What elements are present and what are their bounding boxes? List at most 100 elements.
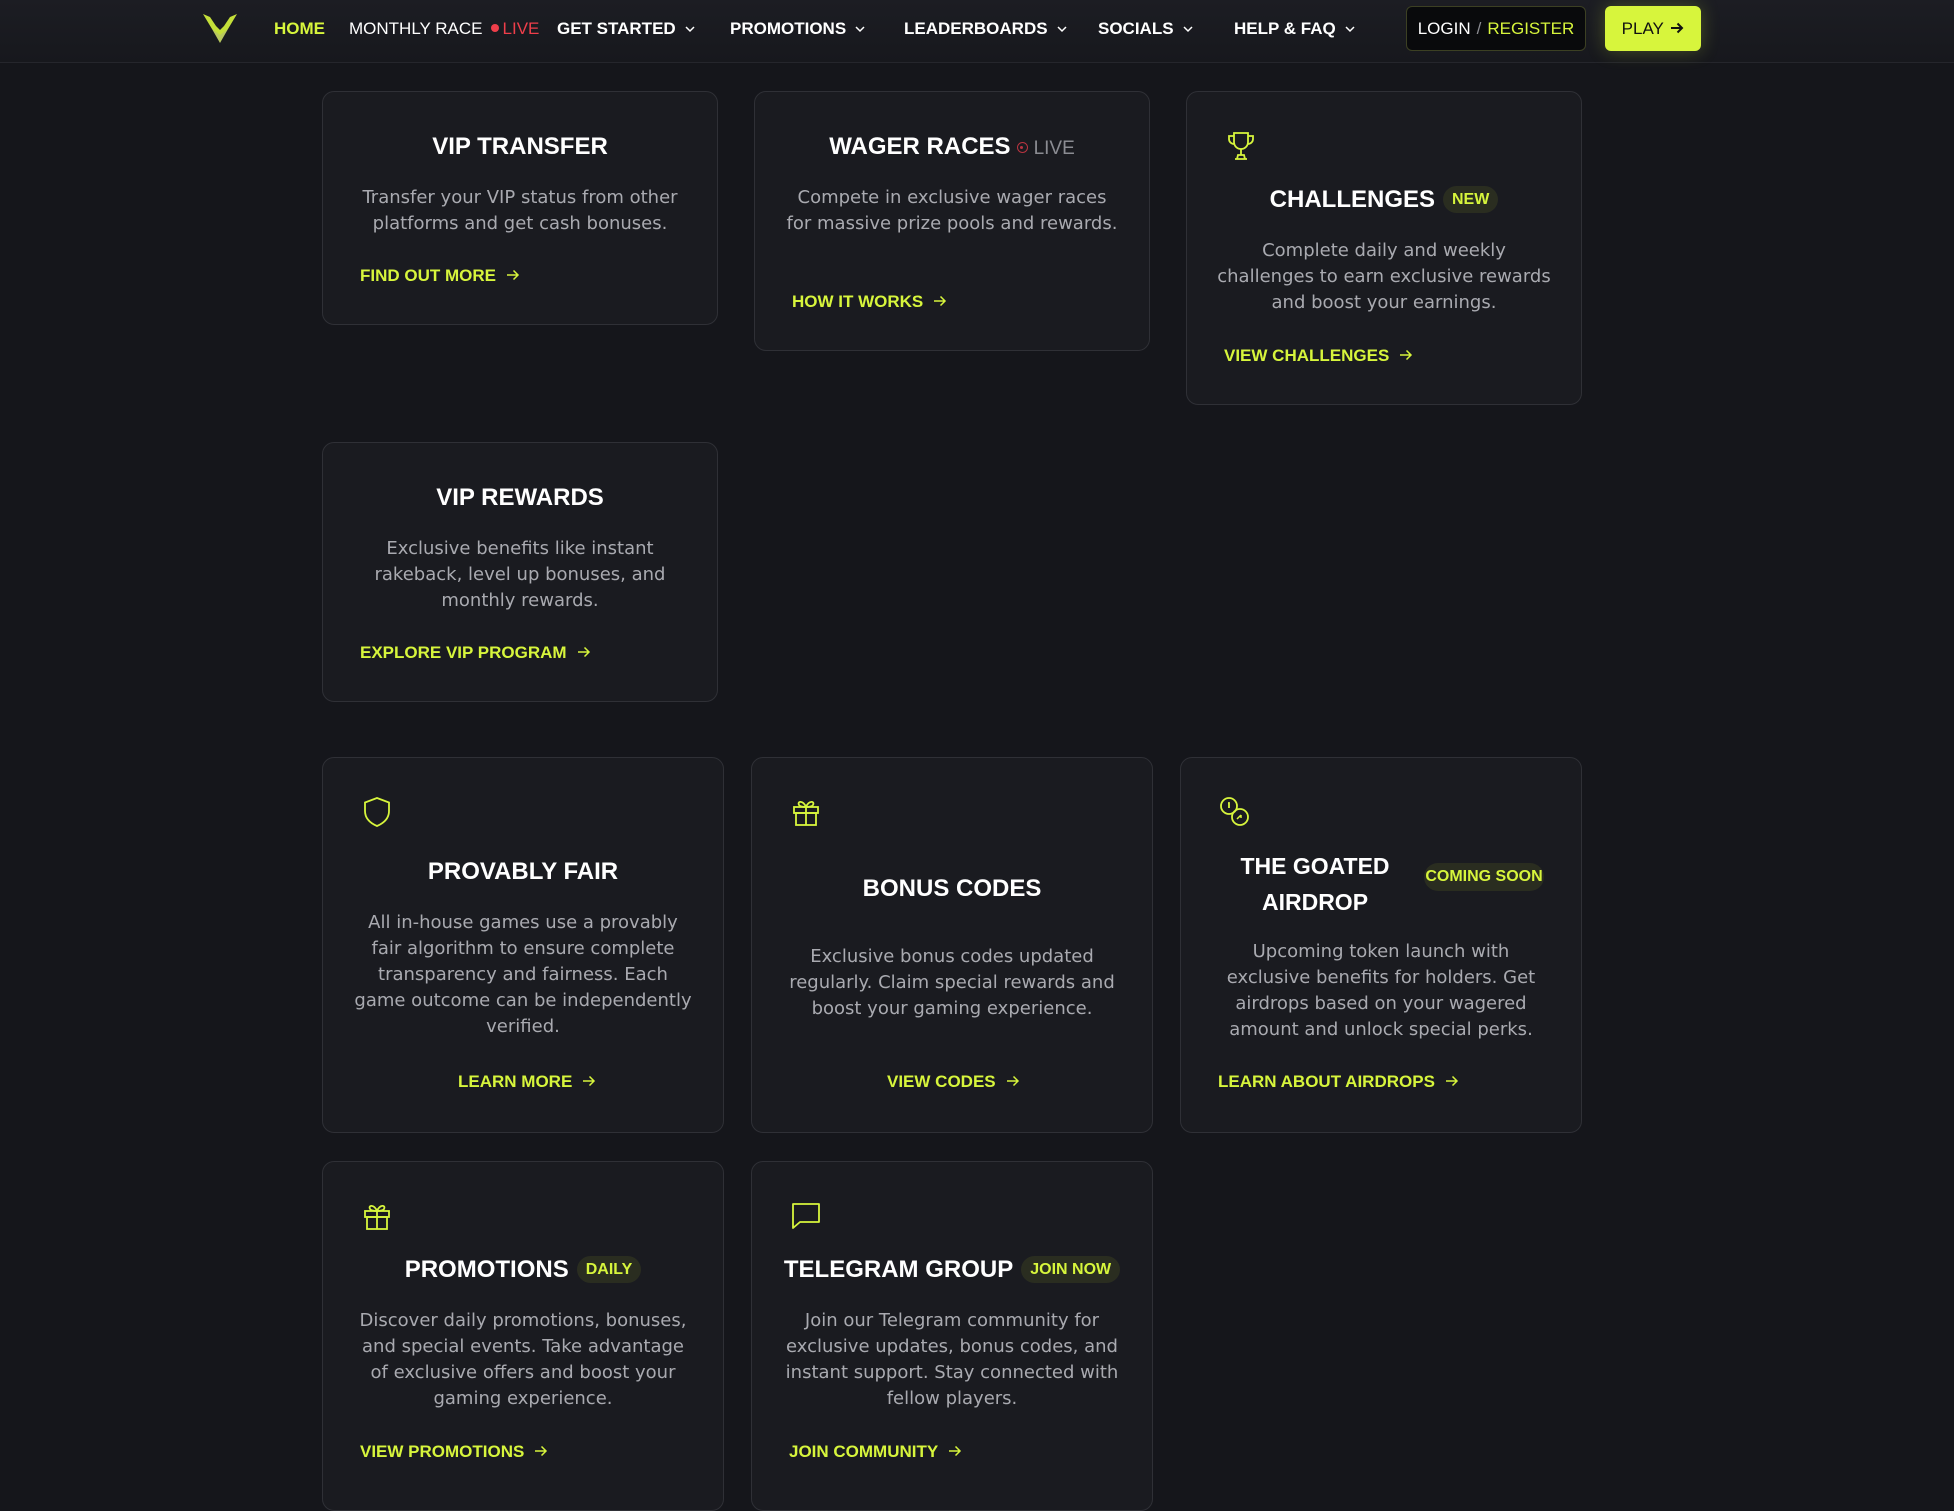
trophy-icon <box>1228 132 1254 160</box>
chevron-down-icon <box>1183 26 1193 33</box>
card-title: WAGER RACES <box>829 133 1011 160</box>
nav-socials-label: SOCIALS <box>1098 19 1174 38</box>
card-title: PROVABLY FAIR <box>427 858 619 885</box>
join-now-badge: JOIN NOW <box>1021 1256 1121 1283</box>
nav-get-started[interactable]: GET STARTED <box>557 0 696 58</box>
view-codes-link[interactable]: VIEW CODES <box>887 1070 1020 1094</box>
arrow-right-icon <box>1006 1075 1019 1087</box>
card-title: THE GOATED AIRDROP <box>1240 853 1390 915</box>
gift-icon <box>364 1204 390 1230</box>
nav-leaderboards[interactable]: LEADERBOARDS <box>904 0 1068 58</box>
nav-socials[interactable]: SOCIALS <box>1098 0 1194 58</box>
login-register-button[interactable]: LOGIN / REGISTER <box>1406 6 1586 51</box>
arrow-right-icon <box>535 1445 548 1457</box>
card-title: BONUS CODES <box>862 875 1042 902</box>
card-description: Complete daily and weekly challenges to … <box>1217 240 1551 313</box>
link-label: LEARN MORE <box>458 1072 573 1091</box>
chevron-down-icon <box>1057 26 1067 33</box>
nav-help-faq[interactable]: HELP & FAQ <box>1234 0 1356 58</box>
card-description: Exclusive bonus codes updated regularly.… <box>789 946 1115 1019</box>
link-label: FIND OUT MORE <box>360 266 496 285</box>
how-it-works-link[interactable]: HOW IT WORKS <box>792 290 947 314</box>
airdrop-card: THE GOATED AIRDROP COMING SOON Upcoming … <box>1180 757 1582 1133</box>
arrow-right-icon <box>1671 22 1684 34</box>
link-label: LEARN ABOUT AIRDROPS <box>1218 1072 1435 1091</box>
nav-monthly-race[interactable]: MONTHLY RACE LIVE <box>349 0 539 58</box>
card-title: PROMOTIONS <box>404 1256 569 1283</box>
card-title-row: WAGER RACES LIVE <box>755 132 1149 164</box>
card-description: Exclusive benefits like instant rakeback… <box>374 538 666 611</box>
arrow-right-icon <box>934 295 947 307</box>
vip-rewards-card: VIP REWARDS Exclusive benefits like inst… <box>322 442 718 702</box>
daily-badge: DAILY <box>576 1256 642 1283</box>
coins-icon <box>1220 797 1249 826</box>
live-badge: LIVE <box>502 19 540 38</box>
live-ring-icon <box>1016 142 1028 153</box>
play-label: PLAY <box>1621 19 1664 38</box>
new-badge: NEW <box>1443 186 1499 213</box>
telegram-card: TELEGRAM GROUP JOIN NOW Join our Telegram… <box>751 1161 1153 1511</box>
shield-icon <box>364 797 390 827</box>
nav-help-faq-label: HELP & FAQ <box>1234 19 1336 38</box>
login-label: LOGIN <box>1417 19 1471 38</box>
goat-logo-icon[interactable] <box>200 11 240 45</box>
arrow-right-icon <box>577 646 590 658</box>
chevron-down-icon <box>855 26 865 33</box>
learn-about-airdrops-link[interactable]: LEARN ABOUT AIRDROPS <box>1218 1070 1459 1094</box>
explore-vip-program-link[interactable]: EXPLORE VIP PROGRAM <box>360 641 591 665</box>
bonus-codes-card: BONUS CODES Exclusive bonus codes update… <box>751 757 1153 1133</box>
card-title: TELEGRAM GROUP <box>783 1256 1014 1283</box>
nav-promotions[interactable]: PROMOTIONS <box>730 0 866 58</box>
card-title: VIP TRANSFER <box>432 133 608 160</box>
chevron-down-icon <box>685 26 695 33</box>
promotions-card: PROMOTIONS DAILY Discover daily promotion… <box>322 1161 724 1511</box>
card-description: Upcoming token launch with exclusive ben… <box>1226 941 1536 1040</box>
challenges-card: CHALLENGES NEW Complete daily and weekly … <box>1186 91 1582 405</box>
register-label: REGISTER <box>1487 19 1575 38</box>
view-promotions-link[interactable]: VIEW PROMOTIONS <box>360 1440 548 1464</box>
nav-leaderboards-label: LEADERBOARDS <box>904 19 1048 38</box>
card-description: Join our Telegram community for exclusiv… <box>785 1310 1119 1409</box>
play-button[interactable]: PLAY <box>1605 6 1701 51</box>
link-label: EXPLORE VIP PROGRAM <box>360 643 567 662</box>
learn-more-link[interactable]: LEARN MORE <box>458 1070 596 1094</box>
arrow-right-icon <box>583 1075 596 1087</box>
chevron-down-icon <box>1345 26 1355 33</box>
arrow-right-icon <box>949 1445 962 1457</box>
link-label: JOIN COMMUNITY <box>789 1442 939 1461</box>
live-indicator: LIVE <box>1016 138 1075 159</box>
provably-fair-card: PROVABLY FAIR All in-house games use a p… <box>322 757 724 1133</box>
card-description: Transfer your VIP status from other plat… <box>362 187 678 234</box>
vip-transfer-card: VIP TRANSFER Transfer your VIP status fr… <box>322 91 718 325</box>
link-label: VIEW PROMOTIONS <box>360 1442 525 1461</box>
wager-races-card: WAGER RACES LIVE Compete in exclusive wag… <box>754 91 1150 351</box>
card-title: VIP REWARDS <box>436 484 604 511</box>
login-separator: / <box>1476 19 1482 38</box>
top-navbar: HOME MONTHLY RACE LIVE GET STARTED PROMOT… <box>0 0 1954 63</box>
live-label: LIVE <box>1033 138 1075 159</box>
join-community-link[interactable]: JOIN COMMUNITY <box>789 1440 962 1464</box>
coming-soon-badge: COMING SOON <box>1424 863 1544 891</box>
live-dot-icon <box>490 24 499 32</box>
view-challenges-link[interactable]: VIEW CHALLENGES <box>1224 344 1413 368</box>
nav-monthly-race-label: MONTHLY RACE <box>349 19 483 38</box>
card-title: CHALLENGES <box>1269 186 1435 213</box>
nav-promotions-label: PROMOTIONS <box>730 19 847 38</box>
link-label: HOW IT WORKS <box>792 292 924 311</box>
gift-icon <box>793 800 819 826</box>
card-description: Discover daily promotions, bonuses, and … <box>359 1310 687 1409</box>
find-out-more-link[interactable]: FIND OUT MORE <box>360 264 520 288</box>
nav-get-started-label: GET STARTED <box>557 19 676 38</box>
card-title-row: PROMOTIONS DAILY <box>323 1255 723 1285</box>
link-label: VIEW CODES <box>887 1072 996 1091</box>
arrow-right-icon <box>507 269 520 281</box>
nav-home[interactable]: HOME <box>274 0 325 58</box>
nav-home-label: HOME <box>274 19 325 38</box>
card-description: Compete in exclusive wager races for mas… <box>786 187 1118 234</box>
card-title-row: CHALLENGES NEW <box>1187 185 1581 215</box>
chat-bubble-icon <box>792 1203 820 1229</box>
card-title-row: TELEGRAM GROUP JOIN NOW <box>752 1255 1152 1285</box>
arrow-right-icon <box>1445 1075 1458 1087</box>
card-description: All in-house games use a provably fair a… <box>354 912 692 1037</box>
arrow-right-icon <box>1400 349 1413 361</box>
